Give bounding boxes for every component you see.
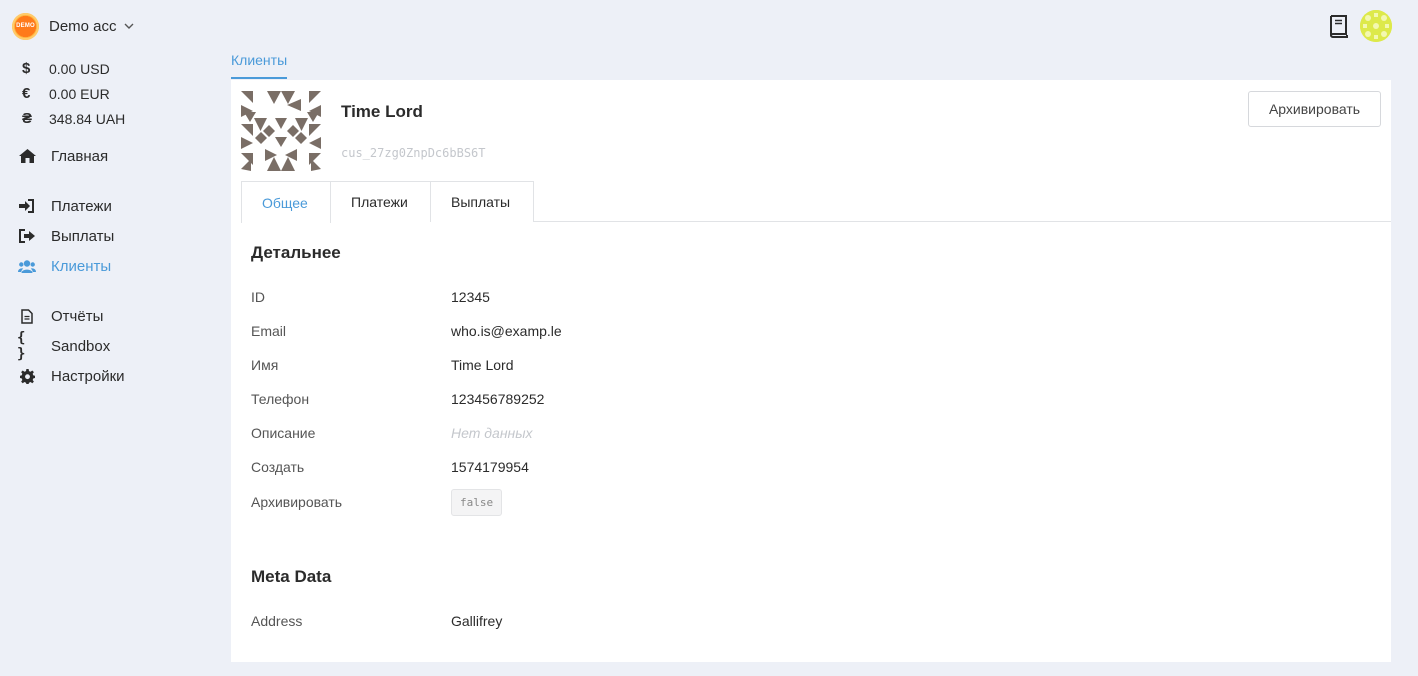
sidebar-item-payouts[interactable]: Выплаты (17, 221, 217, 251)
details-title: Детальнее (251, 243, 341, 262)
nav-group-money: Платежи Выплаты Клиенты (17, 191, 217, 281)
detail-value: who.is@examp.le (451, 323, 562, 339)
top-toolbar (1328, 10, 1392, 42)
detail-row-phone: Телефон 123456789252 (251, 389, 544, 409)
detail-row-name: Имя Time Lord (251, 355, 514, 375)
sidebar-item-label: Отчёты (51, 307, 104, 325)
sidebar-item-label: Sandbox (51, 337, 111, 355)
sidebar-item-reports[interactable]: Отчёты (17, 301, 217, 331)
customer-tabs: Общее Платежи Выплаты (241, 181, 1391, 223)
tab-general[interactable]: Общее (241, 181, 331, 223)
detail-row-email: Email who.is@examp.le (251, 321, 562, 341)
currency-symbol: ₴ (22, 110, 33, 127)
detail-key: ID (251, 289, 265, 305)
currency-symbol: $ (22, 60, 31, 77)
customer-card: Time Lord cus_27zg0ZnpDc6bBS6T Архивиров… (231, 80, 1391, 662)
sidebar-item-payments[interactable]: Платежи (17, 191, 217, 221)
detail-value: Time Lord (451, 357, 514, 373)
detail-value: 12345 (451, 289, 490, 305)
sidebar-item-customers[interactable]: Клиенты (17, 251, 217, 281)
meta-row-address: Address Gallifrey (251, 611, 502, 631)
chevron-down-icon (124, 23, 134, 29)
detail-key: Описание (251, 425, 316, 441)
detail-value: 1574179954 (451, 459, 529, 475)
balance-amount: 0.00 USD (49, 60, 110, 77)
balance-amount: 0.00 EUR (49, 85, 110, 102)
meta-data-title: Meta Data (251, 567, 332, 586)
sign-in-icon (17, 198, 37, 214)
home-icon (17, 148, 37, 164)
book-icon[interactable] (1328, 14, 1350, 38)
account-name: Demo acc (49, 17, 117, 35)
file-icon (17, 308, 37, 324)
archive-button[interactable]: Архивировать (1248, 91, 1381, 127)
boolean-badge: false (451, 488, 503, 516)
account-logo: DEMO (12, 12, 39, 40)
sidebar-item-label: Клиенты (51, 257, 112, 275)
detail-value-empty: Нет данных (451, 425, 533, 441)
nav-group-main: Главная (17, 141, 217, 171)
meta-value: Gallifrey (451, 613, 503, 629)
sidebar-item-home[interactable]: Главная (17, 141, 217, 171)
nav-group-tools: Отчёты { } Sandbox Настройки (17, 301, 217, 391)
customer-id: cus_27zg0ZnpDc6bBS6T (341, 146, 486, 160)
detail-row-id: ID 12345 (251, 287, 490, 307)
balances: $ 0.00 USD € 0.00 EUR ₴ 348.84 UAH (20, 56, 125, 131)
detail-key: Email (251, 323, 287, 339)
detail-key: Архивировать (251, 494, 343, 510)
sidebar-item-label: Настройки (51, 367, 125, 385)
sidebar-item-label: Платежи (51, 197, 112, 215)
detail-key: Телефон (251, 391, 310, 407)
sidebar: DEMO Demo acc $ 0.00 USD € 0.00 EUR ₴ 34… (0, 0, 220, 676)
customer-identicon (241, 91, 321, 171)
balance-usd: $ 0.00 USD (20, 56, 125, 81)
customer-name: Time Lord (341, 102, 423, 121)
gear-icon (17, 368, 37, 384)
breadcrumb-customers[interactable]: Клиенты (231, 52, 288, 79)
detail-row-archived: Архивировать false (251, 488, 503, 516)
sidebar-item-label: Главная (51, 147, 109, 165)
detail-key: Создать (251, 459, 305, 475)
tab-payments[interactable]: Платежи (330, 181, 431, 222)
breadcrumb: Клиенты (231, 52, 288, 80)
tab-payouts[interactable]: Выплаты (430, 181, 534, 222)
sidebar-item-sandbox[interactable]: { } Sandbox (17, 330, 217, 362)
balance-uah: ₴ 348.84 UAH (20, 106, 125, 131)
detail-key: Имя (251, 357, 279, 373)
meta-key: Address (251, 613, 303, 629)
avatar-icon[interactable] (1360, 10, 1392, 42)
sign-out-icon (17, 228, 37, 244)
braces-icon: { } (17, 330, 26, 362)
sidebar-item-label: Выплаты (51, 227, 115, 245)
detail-value: 123456789252 (451, 391, 545, 407)
balance-eur: € 0.00 EUR (20, 81, 125, 106)
detail-row-description: Описание Нет данных (251, 423, 533, 443)
detail-row-created: Создать 1574179954 (251, 457, 529, 477)
currency-symbol: € (22, 85, 31, 102)
sidebar-item-settings[interactable]: Настройки (17, 361, 217, 391)
account-switcher[interactable]: DEMO Demo acc (12, 12, 135, 40)
balance-amount: 348.84 UAH (49, 110, 126, 127)
users-icon (17, 258, 37, 274)
